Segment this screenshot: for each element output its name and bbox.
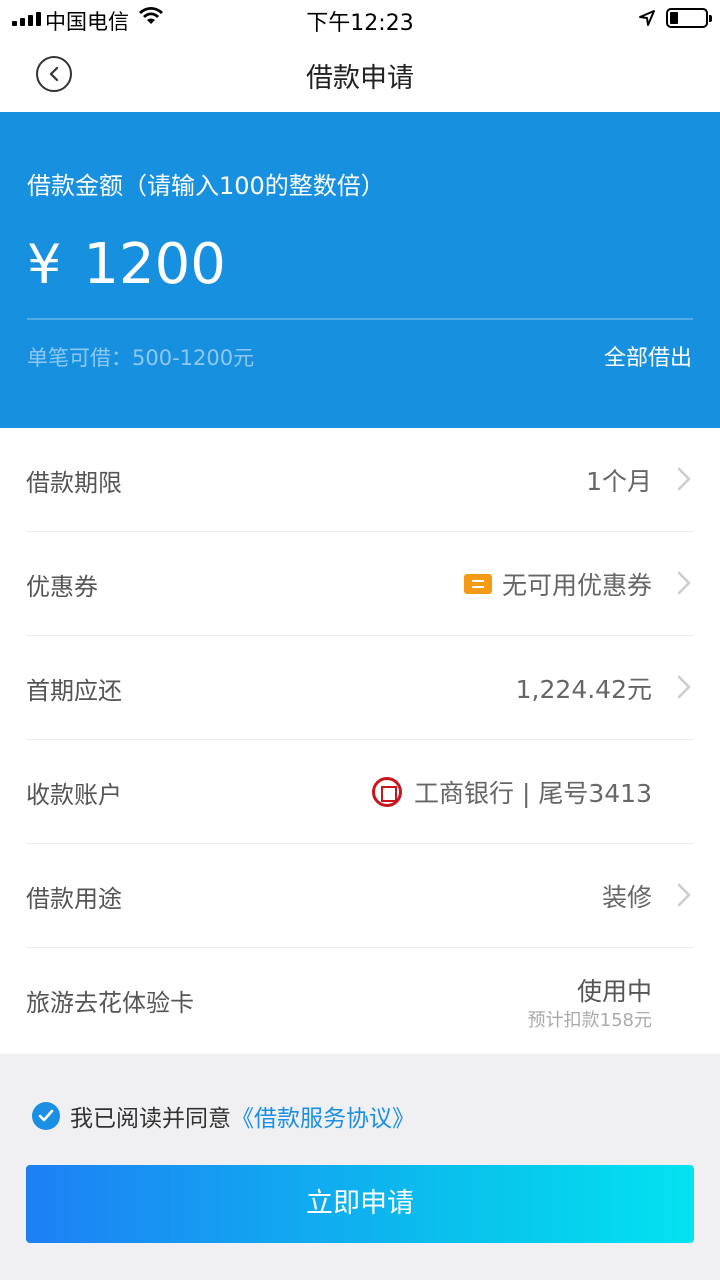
card-status: 使用中: [576, 977, 652, 1006]
row-label: 借款期限: [26, 469, 122, 497]
loan-term-row[interactable]: 借款期限 1个月: [26, 428, 694, 532]
row-value: 1,224.42元: [515, 675, 652, 704]
travel-card-row: 旅游去花体验卡 使用中 预计扣款158元: [26, 948, 694, 1052]
row-value: 工商银行 | 尾号3413: [372, 774, 652, 810]
row-value: 1个月: [586, 467, 652, 496]
nav-bar: 借款申请: [0, 38, 720, 112]
amount-label: 借款金额（请输入100的整数倍）: [27, 172, 385, 200]
agreement-row: 我已阅读并同意 《借款服务协议》: [32, 1099, 415, 1133]
account-value: 工商银行 | 尾号3413: [414, 779, 652, 808]
coupon-icon: [463, 574, 492, 594]
row-label: 收款账户: [26, 781, 122, 809]
row-value: 装修: [601, 883, 652, 912]
agree-checkbox[interactable]: [32, 1102, 60, 1130]
borrow-limit-text: 单笔可借：500-1200元: [27, 346, 255, 370]
row-label: 借款用途: [26, 885, 122, 913]
apply-button[interactable]: 立即申请: [26, 1165, 694, 1243]
card-deduction-note: 预计扣款158元: [527, 1010, 652, 1031]
check-icon: [38, 1109, 54, 1122]
clock: 下午12:23: [306, 11, 414, 36]
amount-divider: [27, 318, 693, 320]
battery-icon: [666, 8, 712, 28]
amount-value: 1200: [83, 232, 226, 297]
chevron-right-icon: [677, 675, 691, 699]
first-repayment-row[interactable]: 首期应还 1,224.42元: [26, 636, 694, 740]
row-value: 无可用优惠券: [463, 566, 652, 602]
currency-symbol: ¥: [27, 233, 62, 296]
borrow-all-button[interactable]: 全部借出: [604, 340, 692, 372]
status-bar: 中国电信 下午12:23: [0, 0, 720, 38]
page-title: 借款申请: [306, 63, 414, 94]
agreement-text: 我已阅读并同意: [70, 1106, 231, 1132]
agreement-link[interactable]: 《借款服务协议》: [231, 1099, 415, 1133]
loan-purpose-row[interactable]: 借款用途 装修: [26, 844, 694, 948]
row-label: 优惠券: [26, 573, 98, 601]
chevron-right-icon: [677, 571, 691, 595]
row-label: 旅游去花体验卡: [26, 989, 194, 1017]
location-arrow-icon: [638, 8, 656, 33]
amount-input[interactable]: ¥ 1200: [27, 232, 226, 297]
coupon-value: 无可用优惠券: [501, 571, 652, 600]
receiving-account-row: 收款账户 工商银行 | 尾号3413: [26, 740, 694, 844]
amount-panel: 借款金额（请输入100的整数倍） ¥ 1200 单笔可借：500-1200元 全…: [0, 112, 720, 428]
icbc-bank-icon: [372, 777, 403, 807]
row-label: 首期应还: [26, 677, 122, 705]
chevron-right-icon: [677, 883, 691, 907]
loan-options-list: 借款期限 1个月 优惠券 无可用优惠券 首期应还 1,224.42元 收款账户 …: [0, 428, 720, 1054]
coupon-row[interactable]: 优惠券 无可用优惠券: [26, 532, 694, 636]
chevron-right-icon: [677, 467, 691, 491]
